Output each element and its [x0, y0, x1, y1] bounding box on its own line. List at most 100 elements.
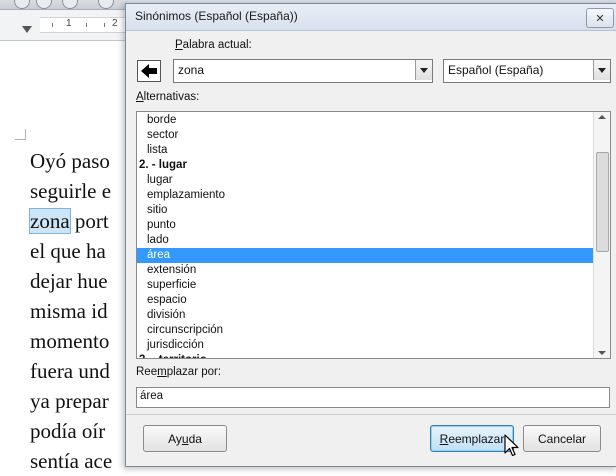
ruler-number: 2 — [112, 18, 118, 29]
cancel-button[interactable]: Cancelar — [523, 425, 601, 452]
current-word-label-accelerator: P — [175, 39, 183, 51]
replace-label-part: Ree — [136, 366, 158, 378]
document-line: seguirle e — [30, 176, 111, 206]
document-line: sentía ace — [30, 446, 112, 476]
replace-label-accelerator: m — [157, 366, 167, 378]
document-line-text: seguirle e — [30, 179, 112, 203]
alternatives-list[interactable]: borde sector lista 2. - lugar lugar emplazami… — [136, 111, 611, 359]
replace-label-part: plazar por: — [166, 366, 222, 378]
current-word-dropdown-button[interactable] — [415, 60, 432, 80]
list-item[interactable]: lugar — [137, 173, 594, 188]
chevron-down-icon — [598, 67, 606, 73]
help-button[interactable]: Ay u da — [143, 425, 227, 452]
scroll-down-icon[interactable] — [598, 351, 606, 355]
list-item-label: lado — [147, 234, 169, 246]
dialog-separator — [126, 414, 616, 415]
replace-button[interactable]: Reemplazar — [430, 425, 514, 452]
document-line-text: Oyó paso — [30, 149, 110, 173]
chevron-down-icon — [420, 67, 428, 73]
list-item[interactable]: extensión — [137, 263, 594, 278]
list-item[interactable]: borde — [137, 113, 594, 128]
ruler-tick — [104, 23, 105, 27]
ruler-number: 1 — [66, 18, 72, 29]
help-button-part: Ay — [168, 431, 182, 446]
alternatives-label: Alternativas: — [136, 91, 199, 103]
list-item-label: 3. - territorio — [139, 353, 207, 358]
toolbar-button-icon[interactable] — [98, 0, 114, 9]
list-item[interactable]: superficie — [137, 278, 594, 293]
document-line: momento — [30, 326, 109, 356]
list-item[interactable]: jurisdicción — [137, 338, 594, 353]
back-button[interactable] — [137, 60, 161, 82]
replace-button-accelerator: R — [439, 431, 449, 446]
current-word-label-text: alabra actual: — [182, 39, 252, 51]
alternatives-label-accelerator: A — [136, 91, 144, 103]
close-icon: ✕ — [595, 11, 605, 25]
document-line-text: misma id — [30, 299, 108, 323]
ruler-tick — [86, 23, 87, 27]
list-item[interactable]: emplazamiento — [137, 188, 594, 203]
list-group-header[interactable]: 2. - lugar — [137, 158, 594, 173]
document-line-text: ya prepar — [30, 389, 109, 413]
help-button-accelerator: u — [181, 431, 189, 446]
replace-with-value: área — [140, 390, 164, 402]
alternatives-scrollbar[interactable] — [593, 112, 610, 358]
document-line-text: fuera und — [30, 359, 110, 383]
list-item[interactable]: punto — [137, 218, 594, 233]
list-item[interactable]: sitio — [137, 203, 594, 218]
list-item-label: superficie — [147, 279, 197, 291]
list-item-label: borde — [147, 114, 177, 126]
selected-word[interactable]: zona — [29, 208, 71, 234]
language-select[interactable]: Español (España) — [443, 59, 611, 83]
language-value: Español (España) — [448, 63, 544, 77]
list-item[interactable]: área — [137, 248, 594, 263]
current-word-label: Palabra actual: — [175, 39, 252, 51]
list-item-label: extensión — [147, 264, 197, 276]
list-item[interactable]: lado — [137, 233, 594, 248]
document-line: zona port — [29, 206, 109, 236]
alternatives-label-text: lternativas: — [143, 91, 200, 103]
mouse-pointer-icon — [504, 434, 519, 457]
list-item-label: división — [147, 309, 186, 321]
indent-marker-icon[interactable] — [22, 26, 32, 33]
replace-with-input[interactable]: área — [136, 387, 610, 408]
list-item[interactable]: espacio — [137, 293, 594, 308]
cancel-button-label: Cancelar — [537, 431, 587, 446]
page-margin-corner — [15, 129, 26, 140]
dialog-title: Sinónimos (Español (España)) — [135, 9, 298, 23]
list-item-label: circunscripción — [147, 324, 224, 336]
document-line-text: el que ha — [30, 239, 106, 263]
toolbar-button-icon[interactable] — [36, 0, 52, 9]
toolbar-button-icon[interactable] — [14, 0, 30, 9]
list-item-label: espacio — [147, 294, 187, 306]
close-button[interactable]: ✕ — [586, 8, 614, 28]
dialog-titlebar[interactable]: Sinónimos (Español (España)) ✕ — [126, 4, 616, 31]
document-line: Oyó paso — [30, 146, 110, 176]
list-item-label: jurisdicción — [147, 339, 204, 351]
list-item[interactable]: circunscripción — [137, 323, 594, 338]
document-line-text: dejar hue — [30, 269, 108, 293]
language-dropdown-button[interactable] — [593, 60, 610, 80]
document-line-text: podía oír — [30, 419, 106, 443]
document-line: misma id — [30, 296, 108, 326]
document-line: podía oír — [30, 416, 105, 446]
list-item[interactable]: división — [137, 308, 594, 323]
toolbar-button-icon[interactable] — [62, 0, 78, 9]
replace-button-label: eemplazar — [448, 431, 505, 446]
document-line: ya prepar — [30, 386, 109, 416]
list-group-header[interactable]: 3. - territorio — [137, 353, 594, 358]
list-item[interactable]: lista — [137, 143, 594, 158]
help-button-part: da — [188, 431, 202, 446]
list-item[interactable]: sector — [137, 128, 594, 143]
document-line-text: port — [69, 209, 109, 233]
replace-with-label: Reemplazar por: — [136, 366, 221, 378]
list-item-label: lugar — [147, 174, 173, 186]
document-line: dejar hue — [30, 266, 108, 296]
list-item-label: sitio — [147, 204, 168, 216]
scroll-thumb[interactable] — [596, 152, 609, 252]
ruler-tick — [52, 23, 53, 27]
document-line-text: sentía ace — [30, 449, 113, 473]
thesaurus-dialog: Sinónimos (Español (España)) ✕ Palabra a… — [125, 3, 616, 467]
scroll-up-icon[interactable] — [598, 115, 606, 119]
current-word-combobox[interactable]: zona — [173, 59, 433, 83]
